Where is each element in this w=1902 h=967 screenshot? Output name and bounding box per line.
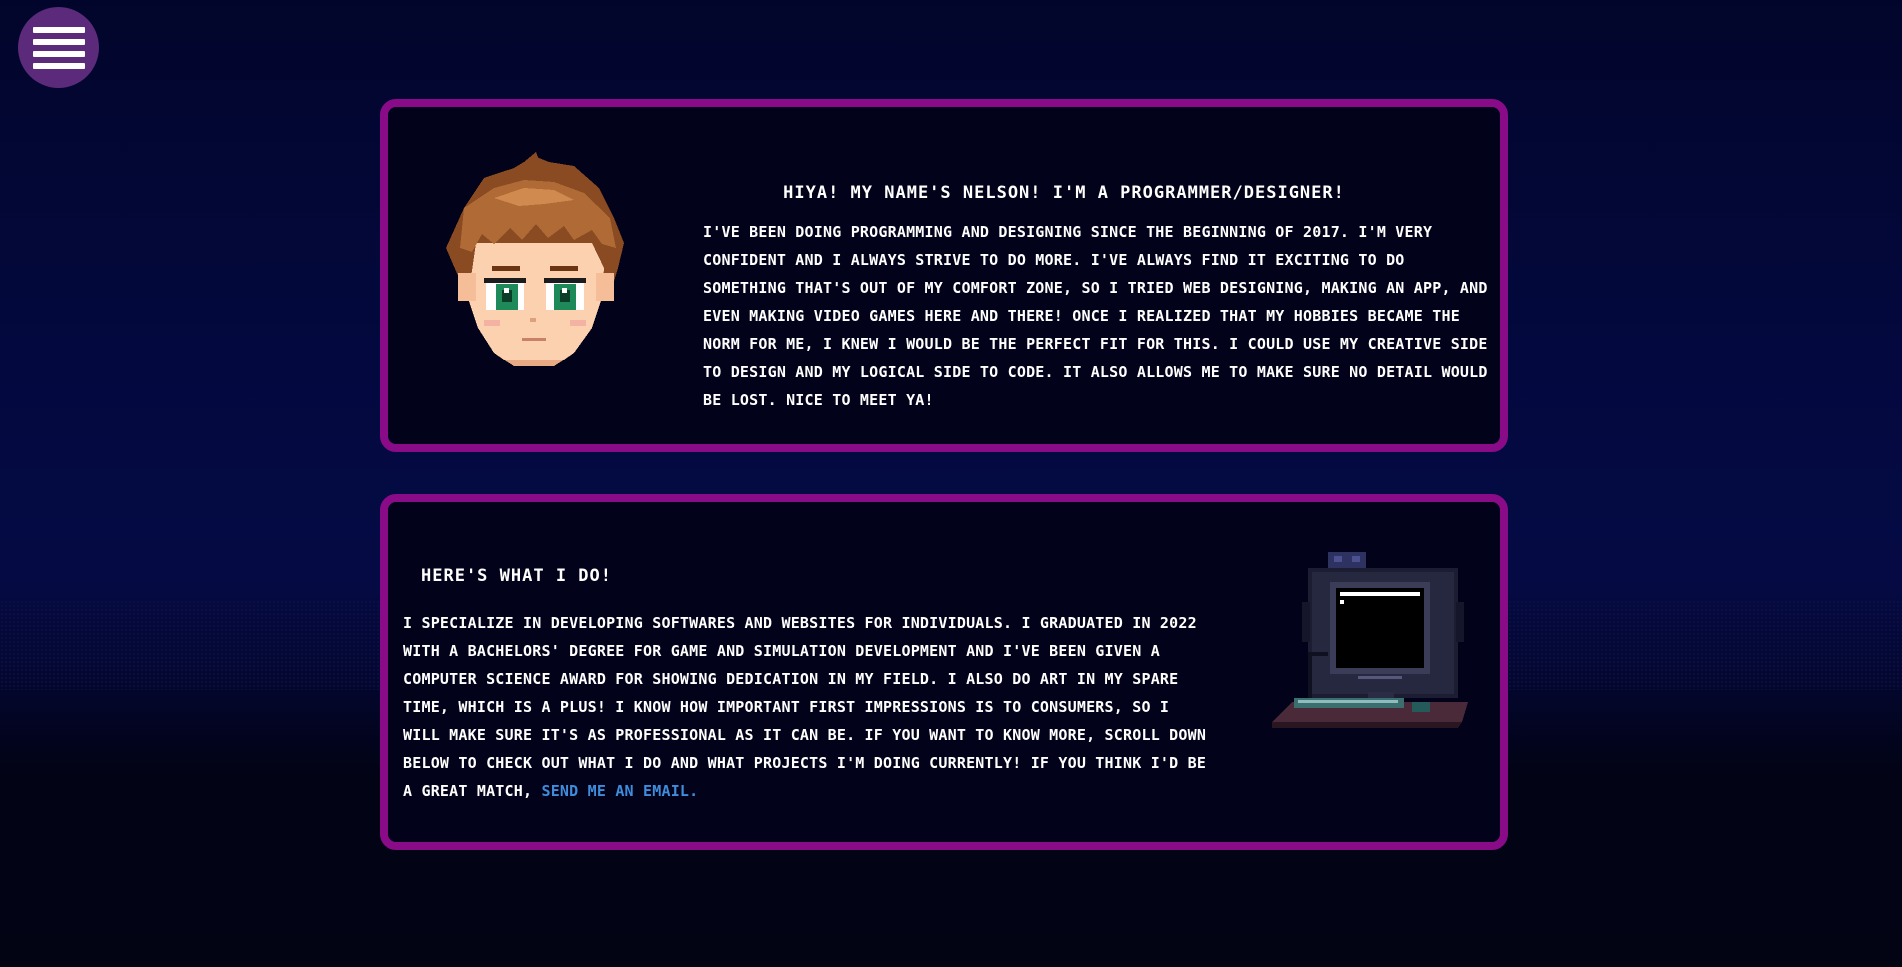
what-i-do-text: I specialize in developing softwares and… (403, 609, 1209, 805)
pixel-computer-icon (1272, 552, 1478, 742)
about-panel: Hiya! My name's Nelson! I'm a programmer… (380, 99, 1508, 452)
menu-bar (32, 38, 85, 45)
send-email-link[interactable]: send me an email. (541, 782, 698, 800)
what-i-do-heading: Here's what I do! (421, 566, 612, 586)
what-i-do-panel: Here's what I do! I specialize in develo… (380, 494, 1508, 850)
about-text: I've been doing programming and designin… (703, 223, 1488, 409)
about-heading: Hiya! My name's Nelson! I'm a programmer… (783, 183, 1345, 203)
hamburger-menu-button[interactable] (18, 7, 99, 88)
what-i-do-body: I specialize in developing softwares and… (403, 614, 1207, 800)
menu-bar (32, 26, 85, 33)
menu-bar (32, 50, 85, 57)
menu-bar (32, 62, 85, 69)
pixel-avatar-icon (424, 148, 644, 378)
